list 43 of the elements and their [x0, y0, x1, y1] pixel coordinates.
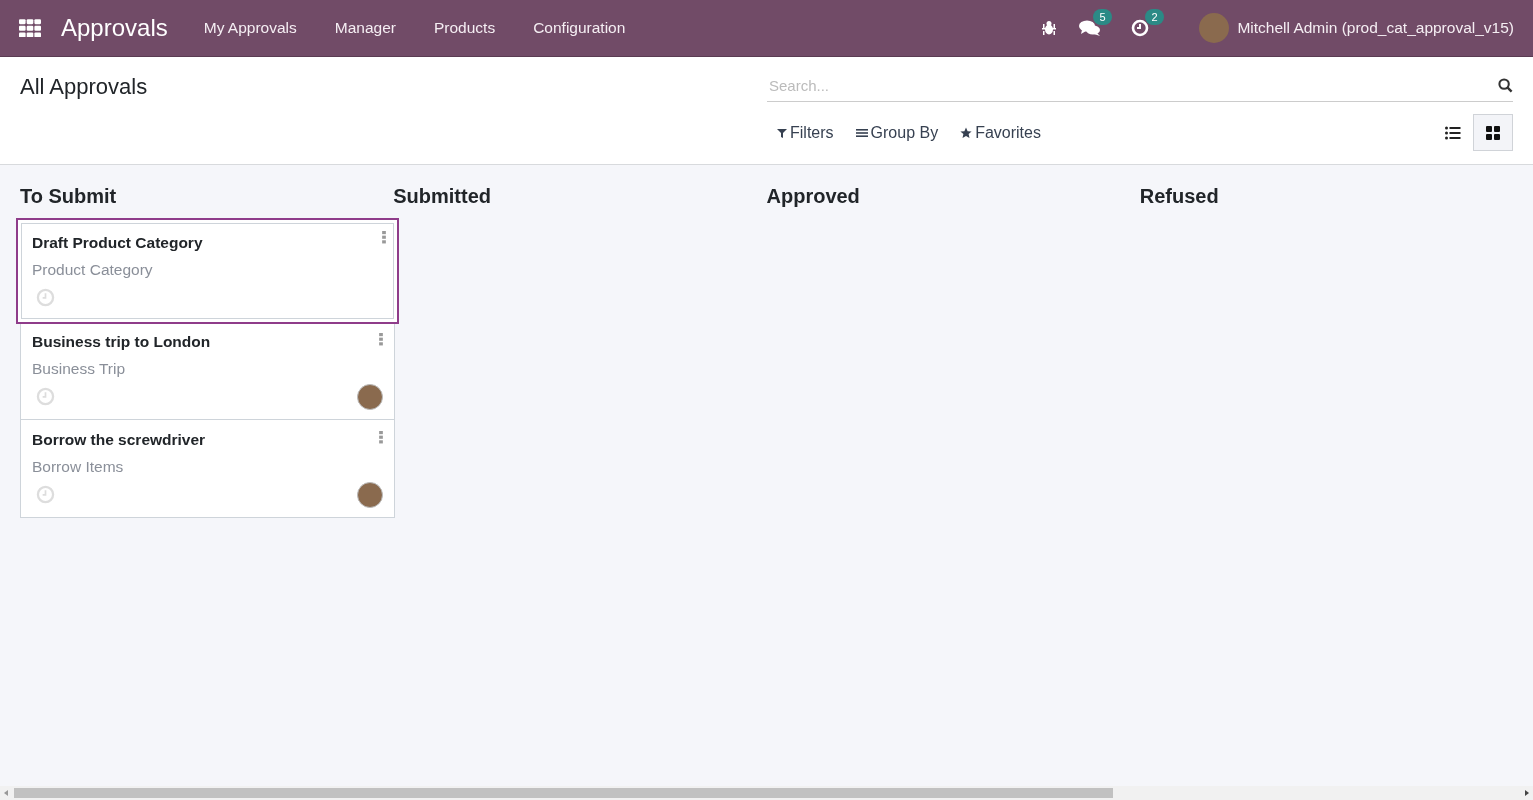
filter-dropdown-button[interactable]: Filters	[767, 117, 844, 148]
search-icon[interactable]	[1498, 77, 1513, 93]
kanban-view-button[interactable]	[1473, 114, 1513, 151]
filter-dropdown-button[interactable]: Favorites	[950, 117, 1051, 148]
bug-icon[interactable]	[1041, 20, 1058, 36]
kebab-menu-icon[interactable]	[379, 431, 383, 444]
star-icon	[960, 126, 973, 139]
column-title: Approved	[766, 185, 861, 208]
activity-count-badge: 2	[1145, 9, 1164, 25]
chat-icon[interactable]	[1079, 19, 1102, 37]
card-category: Product Category	[32, 261, 154, 279]
column-title: Submitted	[393, 185, 493, 208]
menu-item[interactable]: Products	[433, 19, 496, 37]
page-title: All Approvals	[20, 74, 149, 100]
user-avatar[interactable]	[1199, 13, 1230, 43]
message-count-badge: 5	[1093, 9, 1112, 25]
card-title: Borrow the screwdriver	[32, 431, 207, 449]
scroll-right-icon[interactable]	[1525, 790, 1529, 796]
funnel-icon	[777, 127, 787, 138]
filter-dropdown-button[interactable]: Group By	[845, 117, 949, 148]
card-category: Borrow Items	[32, 458, 125, 476]
scroll-left-icon[interactable]	[4, 790, 8, 796]
horizontal-scrollbar[interactable]	[0, 786, 1533, 800]
grid-icon	[1486, 125, 1500, 140]
card-title: Business trip to London	[32, 333, 212, 351]
user-name[interactable]: Mitchell Admin (prod_cat_approval_v15)	[1237, 19, 1514, 37]
lines-icon	[855, 127, 868, 138]
menu-item[interactable]: Configuration	[533, 19, 626, 37]
list-icon	[1445, 125, 1461, 140]
apps-grid-icon[interactable]	[19, 19, 41, 37]
card-title: Draft Product Category	[32, 234, 204, 252]
card-category: Business Trip	[32, 360, 127, 378]
kanban-card[interactable]: Draft Product Category Product Category	[16, 218, 399, 324]
column-title: Refused	[1139, 185, 1220, 208]
kebab-menu-icon[interactable]	[379, 333, 383, 346]
menu-item[interactable]: My Approvals	[203, 19, 297, 37]
kanban-card[interactable]: Business trip to London Business Trip	[20, 321, 395, 420]
scrollbar-thumb[interactable]	[14, 788, 1113, 798]
kanban-card[interactable]: Borrow the screwdriver Borrow Items	[20, 419, 395, 518]
app-name[interactable]: Approvals	[61, 14, 168, 42]
kebab-menu-icon[interactable]	[382, 231, 386, 244]
column-title: To Submit	[20, 185, 118, 208]
menu-item[interactable]: Manager	[334, 19, 396, 37]
